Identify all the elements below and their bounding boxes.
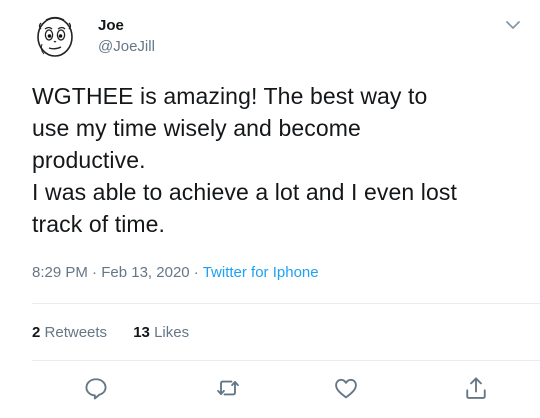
tweet-text-line: productive. [32, 147, 146, 173]
chevron-down-icon [506, 21, 520, 29]
author-handle[interactable]: @JoeJill [98, 37, 155, 57]
tweet-header: Joe @JoeJill [32, 12, 524, 62]
tweet-text-line: I was able to achieve a lot and I even l… [32, 179, 457, 205]
divider [32, 360, 540, 361]
author-display-name[interactable]: Joe [98, 16, 155, 36]
reply-icon [85, 378, 107, 400]
cartoon-face-avatar-icon [37, 16, 73, 57]
tweet-actions [32, 374, 540, 404]
meta-separator: · [193, 264, 199, 281]
share-icon [466, 377, 486, 399]
likes-label: Likes [154, 324, 190, 341]
tweet-metadata: 8:29 PM · Feb 13, 2020 · Twitter for Iph… [32, 263, 319, 283]
retweets-count: 2 [32, 324, 41, 341]
tweet-time[interactable]: 8:29 PM [32, 264, 88, 281]
like-button[interactable] [332, 374, 360, 402]
tweet-client-link[interactable]: Twitter for Iphone [203, 264, 319, 281]
like-icon [335, 378, 357, 399]
retweet-icon [217, 380, 239, 396]
tweet-text: WGTHEE is amazing! The best way to use m… [32, 80, 532, 240]
engagement-stats: 2 Retweets 13 Likes [32, 323, 211, 343]
share-button[interactable] [462, 374, 490, 402]
avatar[interactable] [32, 12, 80, 60]
author-names: Joe @JoeJill [98, 16, 155, 57]
tweet-date[interactable]: Feb 13, 2020 [101, 264, 189, 281]
divider [32, 303, 540, 304]
meta-separator: · [92, 264, 98, 281]
tweet-text-line: WGTHEE is amazing! The best way to [32, 83, 428, 109]
retweets-label: Retweets [44, 324, 108, 341]
tweet-text-line: track of time. [32, 211, 166, 237]
more-options-button[interactable] [502, 14, 524, 36]
retweet-button[interactable] [214, 374, 242, 402]
likes-count: 13 [133, 324, 150, 341]
tweet-card: Joe @JoeJill WGTHEE is amazing! The best… [0, 0, 540, 418]
reply-button[interactable] [82, 374, 110, 402]
likes-stat[interactable]: 13 Likes [133, 323, 189, 343]
tweet-text-line: use my time wisely and become [32, 115, 361, 141]
retweets-stat[interactable]: 2 Retweets [32, 323, 107, 343]
